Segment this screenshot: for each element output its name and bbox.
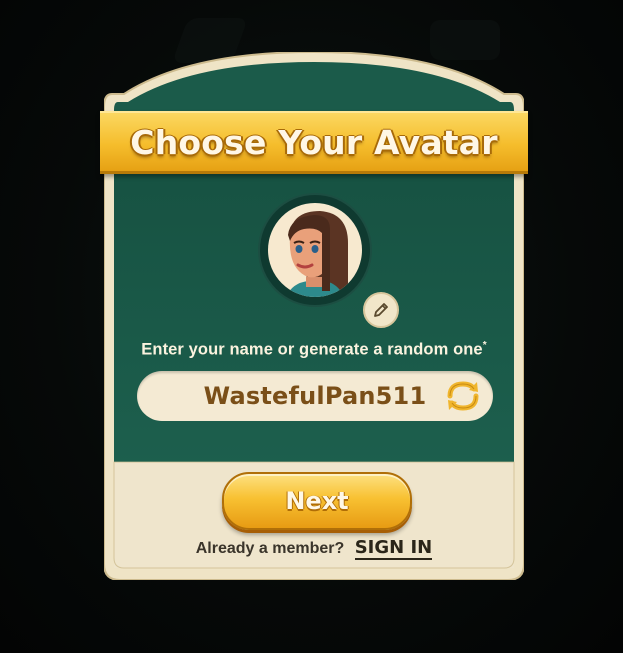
- next-button-label: Next: [285, 487, 349, 515]
- name-value[interactable]: WastefulPan511: [137, 371, 493, 421]
- dialog-title: Choose Your Avatar: [130, 122, 498, 162]
- avatar-portrait-art: [286, 211, 348, 297]
- game-screen: Choose Your Avatar Enter your name or ge…: [0, 0, 623, 653]
- next-button[interactable]: Next: [222, 472, 412, 530]
- name-prompt-text: Enter your name or generate a random one: [141, 340, 483, 359]
- avatar-portrait: [268, 203, 362, 297]
- required-mark: *: [482, 340, 487, 351]
- edit-avatar-button[interactable]: [363, 292, 399, 328]
- already-member-text: Already a member?: [195, 540, 345, 557]
- avatar-frame[interactable]: [260, 195, 370, 305]
- name-prompt: Enter your name or generate a random one…: [104, 340, 524, 360]
- name-input[interactable]: WastefulPan511: [137, 371, 493, 421]
- choose-avatar-dialog: Choose Your Avatar Enter your name or ge…: [100, 52, 528, 580]
- refresh-icon: [447, 381, 479, 411]
- title-banner: Choose Your Avatar: [100, 111, 528, 174]
- pencil-icon: [374, 303, 388, 317]
- randomize-name-button[interactable]: [441, 376, 485, 416]
- sign-in-link[interactable]: SIGN IN: [354, 538, 433, 560]
- sign-in-row: Already a member? SIGN IN: [104, 538, 524, 560]
